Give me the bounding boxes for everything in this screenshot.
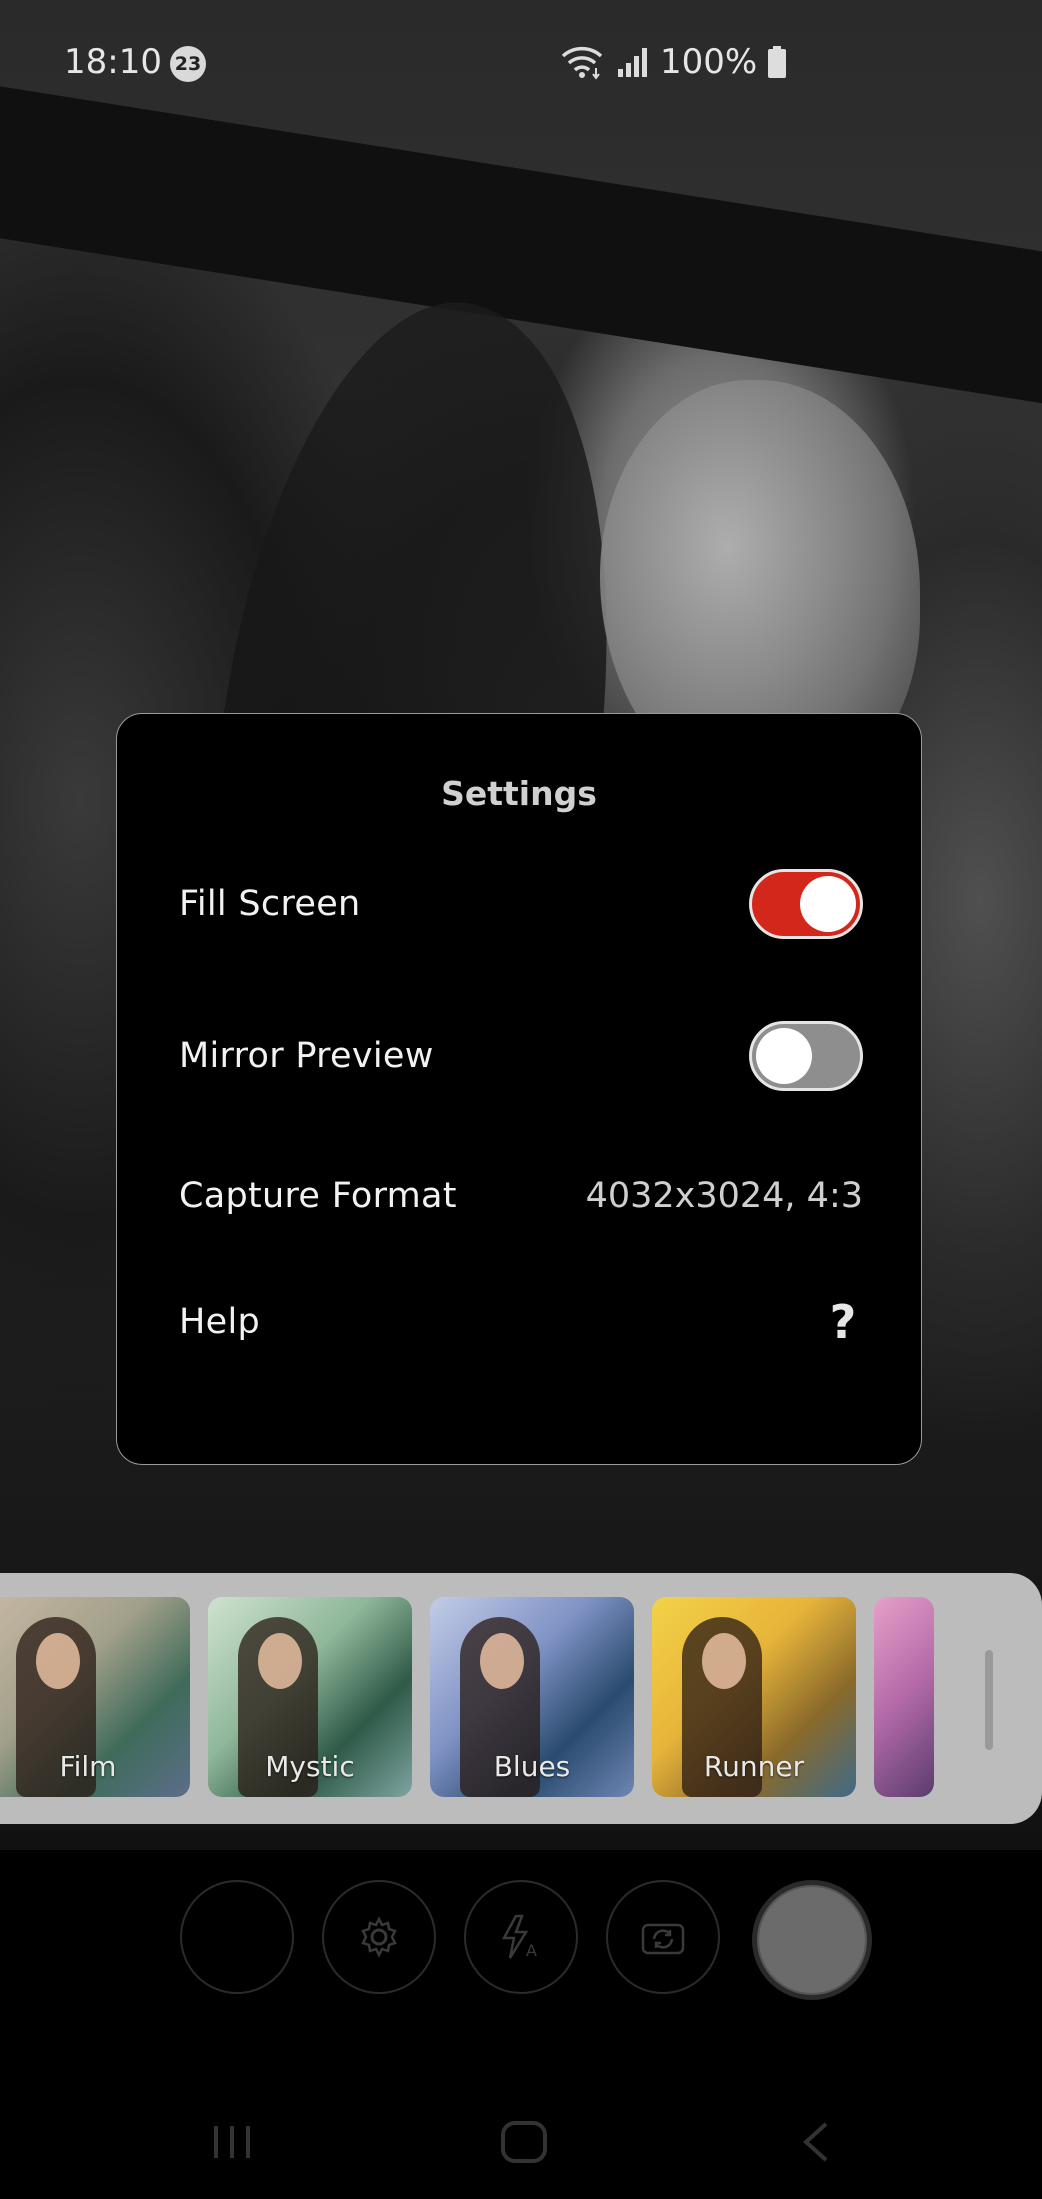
status-right: 100%: [560, 40, 787, 84]
mirror-preview-row[interactable]: Mirror Preview: [179, 1016, 863, 1096]
battery-percent: 100%: [660, 42, 758, 82]
filter-mystic[interactable]: Mystic: [208, 1597, 412, 1797]
settings-dialog: Settings Fill Screen Mirror Preview Capt…: [116, 713, 922, 1465]
notification-badge: 23: [170, 46, 206, 82]
filter-strip[interactable]: Film Mystic Blues Runner: [0, 1573, 1042, 1824]
signal-icon: [618, 48, 647, 77]
home-button[interactable]: [494, 2112, 554, 2172]
gallery-thumbnail-button[interactable]: [180, 1880, 294, 1994]
capture-format-row[interactable]: Capture Format 4032x3024, 4:3: [179, 1156, 863, 1236]
home-icon: [501, 2121, 547, 2163]
filter-head: [480, 1633, 524, 1689]
switch-camera-icon: [641, 1923, 685, 1955]
help-row[interactable]: Help ?: [179, 1282, 863, 1362]
status-time: 18:10: [64, 42, 162, 82]
navigation-bar: [0, 2090, 1042, 2190]
help-label: Help: [179, 1302, 260, 1342]
fill-screen-row[interactable]: Fill Screen: [179, 864, 863, 944]
toggle-knob: [756, 1028, 812, 1084]
dialog-title: Settings: [441, 774, 597, 813]
filter-label: Blues: [493, 1750, 571, 1783]
camera-controls: A: [0, 1880, 1042, 2000]
filter-label: Runner: [703, 1750, 805, 1783]
mirror-preview-toggle[interactable]: [749, 1021, 863, 1091]
back-button[interactable]: [786, 2112, 846, 2172]
recent-apps-icon: [214, 2126, 250, 2158]
filter-blues[interactable]: Blues: [430, 1597, 634, 1797]
capture-format-label: Capture Format: [179, 1176, 457, 1216]
recent-apps-button[interactable]: [202, 2112, 262, 2172]
battery-icon: [768, 46, 787, 78]
wifi-icon: [561, 46, 603, 80]
shutter-button[interactable]: [752, 1880, 872, 2000]
gear-icon: [361, 1916, 397, 1958]
filter-list[interactable]: Film Mystic Blues Runner: [0, 1597, 936, 1797]
filter-label: Mystic: [265, 1750, 355, 1783]
filter-head: [36, 1633, 80, 1689]
filter-preview: [874, 1597, 934, 1797]
mirror-preview-label: Mirror Preview: [179, 1036, 434, 1076]
filter-partial[interactable]: [874, 1597, 934, 1797]
filter-head: [258, 1633, 302, 1689]
filter-head: [702, 1633, 746, 1689]
flash-auto-icon: A: [501, 1914, 537, 1960]
flash-auto-button[interactable]: A: [464, 1880, 578, 1994]
settings-button[interactable]: [322, 1880, 436, 1994]
help-icon[interactable]: ?: [823, 1295, 863, 1349]
filter-scroll-handle[interactable]: [985, 1650, 993, 1750]
filter-film[interactable]: Film: [0, 1597, 190, 1797]
filter-runner[interactable]: Runner: [652, 1597, 856, 1797]
status-bar: 18:10 23 100%: [0, 0, 1042, 130]
toggle-knob: [800, 876, 856, 932]
fill-screen-label: Fill Screen: [179, 884, 361, 924]
back-icon: [803, 2122, 828, 2162]
switch-camera-button[interactable]: [606, 1880, 720, 1994]
fill-screen-toggle[interactable]: [749, 869, 863, 939]
filter-label: Film: [59, 1750, 117, 1783]
capture-format-value[interactable]: 4032x3024, 4:3: [586, 1176, 863, 1216]
svg-text:A: A: [526, 1941, 537, 1960]
